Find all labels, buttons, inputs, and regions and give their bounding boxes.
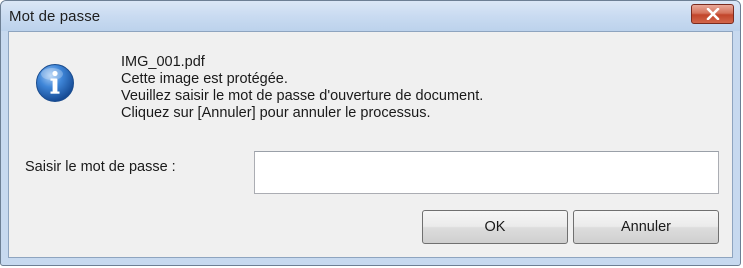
password-field[interactable] — [254, 151, 719, 194]
title-bar[interactable]: Mot de passe — [1, 1, 740, 31]
dialog-body: IMG_001.pdf Cette image est protégée. Ve… — [8, 31, 733, 258]
message-line: Cliquez sur [Annuler] pour annuler le pr… — [121, 105, 431, 121]
file-name: IMG_001.pdf — [121, 54, 205, 70]
cancel-button[interactable]: Annuler — [573, 210, 719, 244]
password-label: Saisir le mot de passe : — [25, 159, 176, 175]
info-icon — [36, 64, 74, 102]
message-line: Cette image est protégée. — [121, 71, 288, 87]
close-icon — [706, 8, 719, 20]
ok-button[interactable]: OK — [422, 210, 568, 244]
password-dialog: Mot de passe IMG_001.pdf Cette image est… — [0, 0, 741, 266]
message-line: Veuillez saisir le mot de passe d'ouvert… — [121, 88, 484, 104]
close-button[interactable] — [691, 4, 734, 24]
dialog-title: Mot de passe — [9, 8, 101, 25]
message-text: IMG_001.pdf Cette image est protégée. Ve… — [121, 54, 483, 122]
